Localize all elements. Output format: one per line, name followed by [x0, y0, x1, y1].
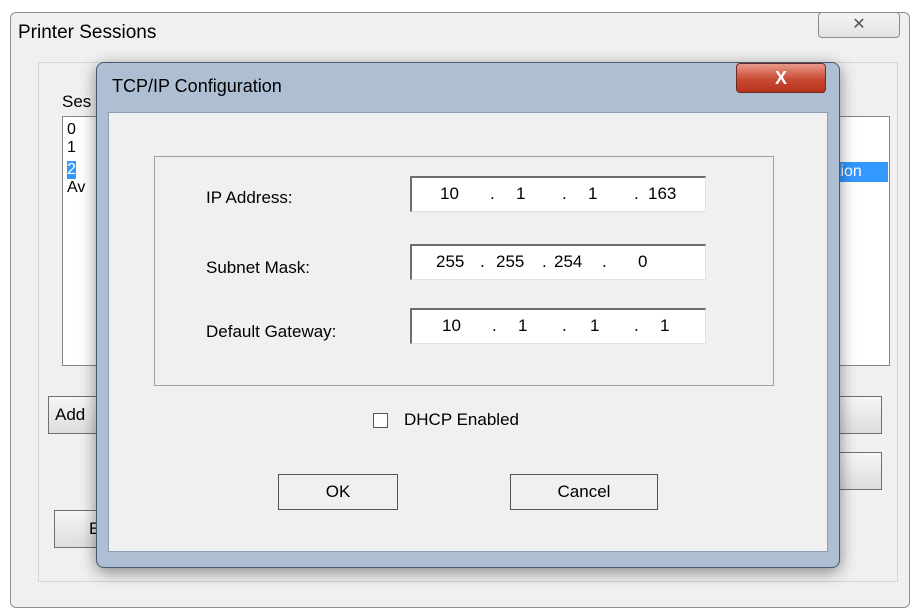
close-icon: ✕ [852, 16, 866, 33]
octet-separator: . [634, 184, 639, 203]
octet-separator: . [492, 316, 497, 335]
dialog-title: TCP/IP Configuration [112, 76, 282, 96]
subnet-mask-field[interactable]: 255 . 255 . 254 . 0 [410, 244, 706, 280]
octet-separator: . [602, 252, 607, 271]
subnet-mask-label: Subnet Mask: [206, 258, 310, 277]
subnet-mask-octet-3[interactable]: 254 [554, 252, 582, 272]
list-item[interactable]: Av [67, 179, 85, 197]
octet-separator: . [542, 252, 547, 271]
octet-separator: . [634, 316, 639, 335]
list-item[interactable]: 1 [67, 139, 76, 157]
printer-sessions-close-button[interactable]: ✕ [818, 12, 900, 38]
list-item-selected[interactable]: 2 [67, 161, 76, 179]
default-gateway-octet-2[interactable]: 1 [518, 316, 527, 336]
default-gateway-octet-1[interactable]: 10 [442, 316, 461, 336]
ip-address-octet-4[interactable]: 163 [648, 184, 676, 204]
ok-button[interactable]: OK [278, 474, 398, 510]
ip-address-label: IP Address: [206, 188, 293, 207]
ip-address-octet-1[interactable]: 10 [440, 184, 459, 204]
default-gateway-field[interactable]: 10 . 1 . 1 . 1 [410, 308, 706, 344]
close-icon: X [774, 68, 787, 88]
dhcp-enabled-label[interactable]: DHCP Enabled [404, 410, 519, 430]
default-gateway-octet-3[interactable]: 1 [590, 316, 599, 336]
list-item[interactable]: 0 [67, 121, 76, 139]
printer-sessions-title: Printer Sessions [18, 22, 157, 43]
octet-separator: . [562, 184, 567, 203]
subnet-mask-octet-1[interactable]: 255 [436, 252, 464, 272]
cancel-button[interactable]: Cancel [510, 474, 658, 510]
octet-separator: . [480, 252, 485, 271]
sessions-group-label: Ses [62, 92, 92, 112]
dhcp-enabled-checkbox[interactable] [373, 413, 388, 428]
ip-address-octet-2[interactable]: 1 [516, 184, 525, 204]
dialog-close-button[interactable]: X [736, 63, 826, 93]
subnet-mask-octet-2[interactable]: 255 [496, 252, 524, 272]
ip-address-field[interactable]: 10 . 1 . 1 . 163 [410, 176, 706, 212]
default-gateway-octet-4[interactable]: 1 [660, 316, 669, 336]
octet-separator: . [562, 316, 567, 335]
default-gateway-label: Default Gateway: [206, 322, 337, 341]
octet-separator: . [490, 184, 495, 203]
subnet-mask-octet-4[interactable]: 0 [638, 252, 647, 272]
ip-address-octet-3[interactable]: 1 [588, 184, 597, 204]
